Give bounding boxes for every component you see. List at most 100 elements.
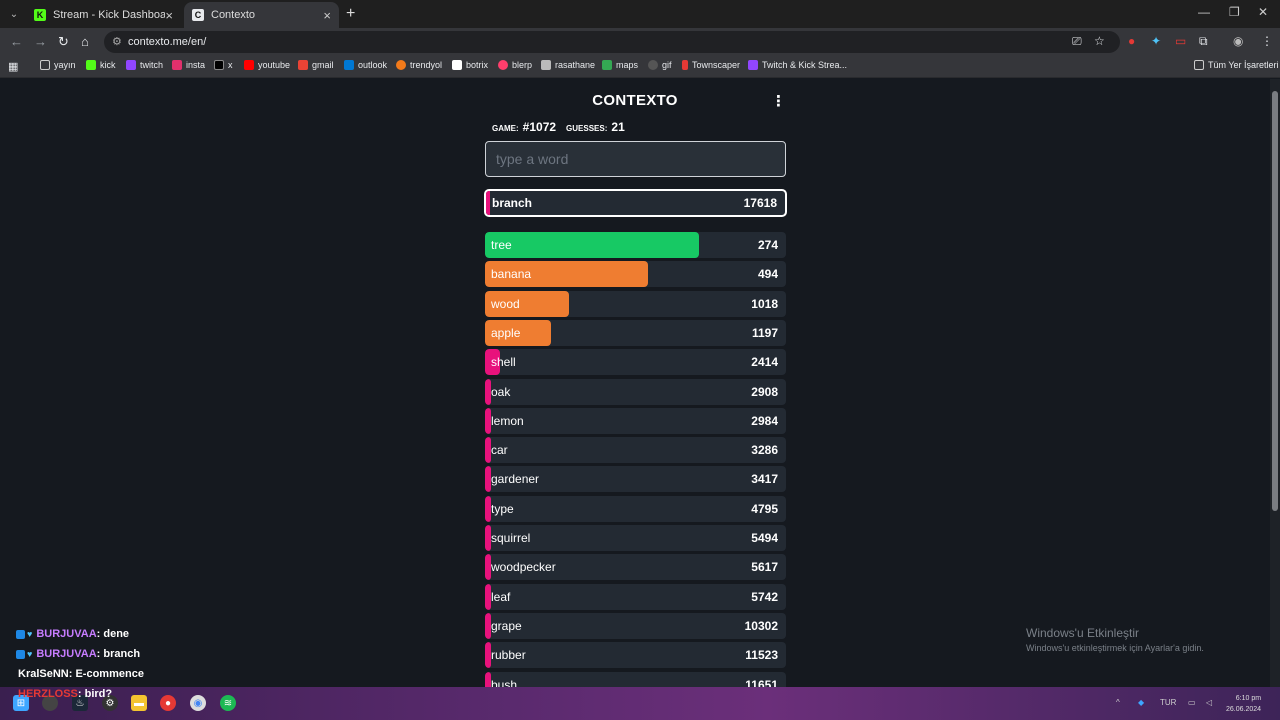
guess-row: banana 494 bbox=[485, 261, 786, 288]
guess-word: gardener bbox=[491, 472, 540, 487]
game-number: #1072 bbox=[522, 120, 557, 134]
tab-title: Contexto bbox=[211, 9, 256, 21]
page-scrollbar[interactable] bbox=[1270, 79, 1280, 687]
bookmark-label: rasathane bbox=[555, 60, 596, 70]
profile-avatar-icon[interactable]: ◉ bbox=[1233, 34, 1243, 48]
bookmark-kick[interactable]: kick bbox=[86, 60, 116, 70]
guess-row: car 3286 bbox=[485, 437, 786, 464]
guess-word: type bbox=[491, 501, 514, 516]
language-indicator[interactable]: TUR bbox=[1160, 698, 1176, 707]
guess-word: oak bbox=[491, 384, 511, 399]
guess-row: rubber 11523 bbox=[485, 642, 786, 669]
new-tab-button[interactable]: + bbox=[346, 5, 355, 23]
guess-word: rubber bbox=[491, 648, 526, 663]
close-tab-icon[interactable]: × bbox=[165, 8, 173, 23]
bookmark-rasathane[interactable]: rasathane bbox=[541, 60, 595, 70]
tab-strip: ⌄ K Stream - Kick Dashboard × C Contexto… bbox=[0, 0, 1280, 28]
minimize-icon[interactable]: — bbox=[1198, 5, 1210, 19]
menu-kebab-icon[interactable]: ⋮ bbox=[771, 92, 786, 110]
windows-activation-title: Windows'u Etkinleştir bbox=[1026, 626, 1139, 640]
townscaper-icon bbox=[682, 60, 688, 70]
tab-contexto[interactable]: C Contexto × bbox=[184, 2, 339, 28]
guess-word: lemon bbox=[491, 413, 524, 428]
reload-icon[interactable]: ↻ bbox=[58, 34, 69, 50]
system-clock[interactable]: 6:10 pm 26.06.2024 bbox=[1226, 693, 1261, 715]
bookmark-youtube[interactable]: youtube bbox=[244, 60, 290, 70]
bookmark-blerp[interactable]: blerp bbox=[498, 60, 532, 70]
forward-icon[interactable]: → bbox=[34, 34, 47, 49]
bookmark-label: kick bbox=[100, 60, 116, 70]
file-explorer-icon[interactable]: ▬ bbox=[131, 695, 147, 711]
chat-text: : dene bbox=[96, 628, 130, 640]
gif-icon bbox=[648, 60, 658, 70]
bookmark-twitch-kick[interactable]: Twitch & Kick Strea... bbox=[748, 60, 847, 70]
tray-app-icon[interactable]: ◆ bbox=[1138, 698, 1144, 707]
bookmark-label: youtube bbox=[258, 60, 291, 70]
bookmark-twitch[interactable]: twitch bbox=[126, 60, 163, 70]
guess-rank: 3286 bbox=[751, 443, 778, 458]
trendyol-icon bbox=[396, 60, 406, 70]
browser-menu-icon[interactable]: ⋮ bbox=[1261, 34, 1273, 48]
network-icon[interactable]: ▭ bbox=[1188, 698, 1196, 707]
bookmark-gmail[interactable]: gmail bbox=[298, 60, 334, 70]
blerp-icon bbox=[498, 60, 508, 70]
guess-word: car bbox=[491, 443, 508, 458]
close-window-icon[interactable]: ✕ bbox=[1258, 5, 1268, 19]
tab-search-icon[interactable]: ⌄ bbox=[6, 6, 22, 22]
back-icon[interactable]: ← bbox=[10, 34, 23, 49]
extension-red-icon[interactable]: ● bbox=[1128, 34, 1135, 48]
chat-text: : E-commence bbox=[68, 668, 144, 680]
extension-screen-icon[interactable]: ▭ bbox=[1175, 34, 1186, 48]
guess-rank: 2984 bbox=[751, 413, 778, 428]
bookmark-x[interactable]: x bbox=[214, 60, 233, 70]
extensions-puzzle-icon[interactable]: ⧉ bbox=[1199, 34, 1208, 49]
bookmark-outlook[interactable]: outlook bbox=[344, 60, 387, 70]
kick-favicon-icon: K bbox=[34, 9, 46, 21]
guess-row: tree 274 bbox=[485, 232, 786, 258]
bookmark-gif[interactable]: gif bbox=[648, 60, 672, 70]
tray-overflow-icon[interactable]: ^ bbox=[1116, 698, 1120, 707]
twitch-icon bbox=[748, 60, 758, 70]
bookmark-insta[interactable]: insta bbox=[172, 60, 205, 70]
record-app-icon[interactable]: ● bbox=[160, 695, 176, 711]
guess-row: squirrel 5494 bbox=[485, 525, 786, 551]
guesses-label: GUESSES: bbox=[566, 124, 608, 133]
close-tab-icon[interactable]: × bbox=[323, 8, 331, 23]
chat-username: BURJUVAA bbox=[36, 648, 97, 660]
guess-row: leaf 5742 bbox=[485, 583, 786, 610]
bookmark-botrix[interactable]: botrix bbox=[452, 60, 488, 70]
restore-icon[interactable]: ❐ bbox=[1229, 5, 1240, 19]
bookmark-yayin[interactable]: yayın bbox=[40, 60, 76, 70]
maps-icon bbox=[602, 60, 612, 70]
guess-rank: 494 bbox=[757, 267, 778, 282]
site-info-icon[interactable]: ⚙ bbox=[112, 35, 122, 48]
x-icon bbox=[214, 60, 224, 70]
all-bookmarks-folder[interactable]: Tüm Yer İşaretleri bbox=[1194, 60, 1279, 70]
guess-rank: 5494 bbox=[751, 531, 778, 545]
guess-rank: 1197 bbox=[751, 325, 778, 340]
translate-extension-icon[interactable]: ✦ bbox=[1151, 34, 1161, 48]
rasathane-icon bbox=[541, 60, 551, 70]
guess-rank: 2908 bbox=[751, 384, 778, 399]
address-bar[interactable]: ⚙ contexto.me/en/ bbox=[104, 31, 1120, 53]
current-guess-word: branch bbox=[492, 196, 533, 210]
home-icon[interactable]: ⌂ bbox=[81, 34, 89, 49]
game-label: GAME: bbox=[492, 124, 519, 133]
spotify-icon[interactable]: ≋ bbox=[220, 695, 236, 711]
word-input[interactable] bbox=[485, 141, 786, 177]
guess-rank: 274 bbox=[757, 238, 778, 252]
tab-kick-dashboard[interactable]: K Stream - Kick Dashboard × bbox=[26, 2, 181, 28]
install-app-icon[interactable]: ⎚ bbox=[1072, 34, 1082, 49]
scrollbar-thumb[interactable] bbox=[1272, 91, 1278, 511]
bookmark-townscaper[interactable]: Townscaper bbox=[682, 60, 740, 70]
bookmark-trendyol[interactable]: trendyol bbox=[396, 60, 442, 70]
clock-time: 6:10 pm bbox=[1235, 695, 1262, 702]
apps-grid-icon[interactable]: ▦ bbox=[8, 60, 18, 73]
chat-username: HERZLOSS bbox=[18, 688, 78, 700]
bookmark-star-icon[interactable]: ☆ bbox=[1094, 34, 1105, 48]
bookmark-maps[interactable]: maps bbox=[602, 60, 638, 70]
chrome-icon[interactable]: ◉ bbox=[190, 695, 206, 711]
bookmark-label: gif bbox=[662, 60, 672, 70]
volume-icon[interactable]: ◁ bbox=[1206, 698, 1212, 707]
url-text: contexto.me/en/ bbox=[128, 36, 207, 48]
